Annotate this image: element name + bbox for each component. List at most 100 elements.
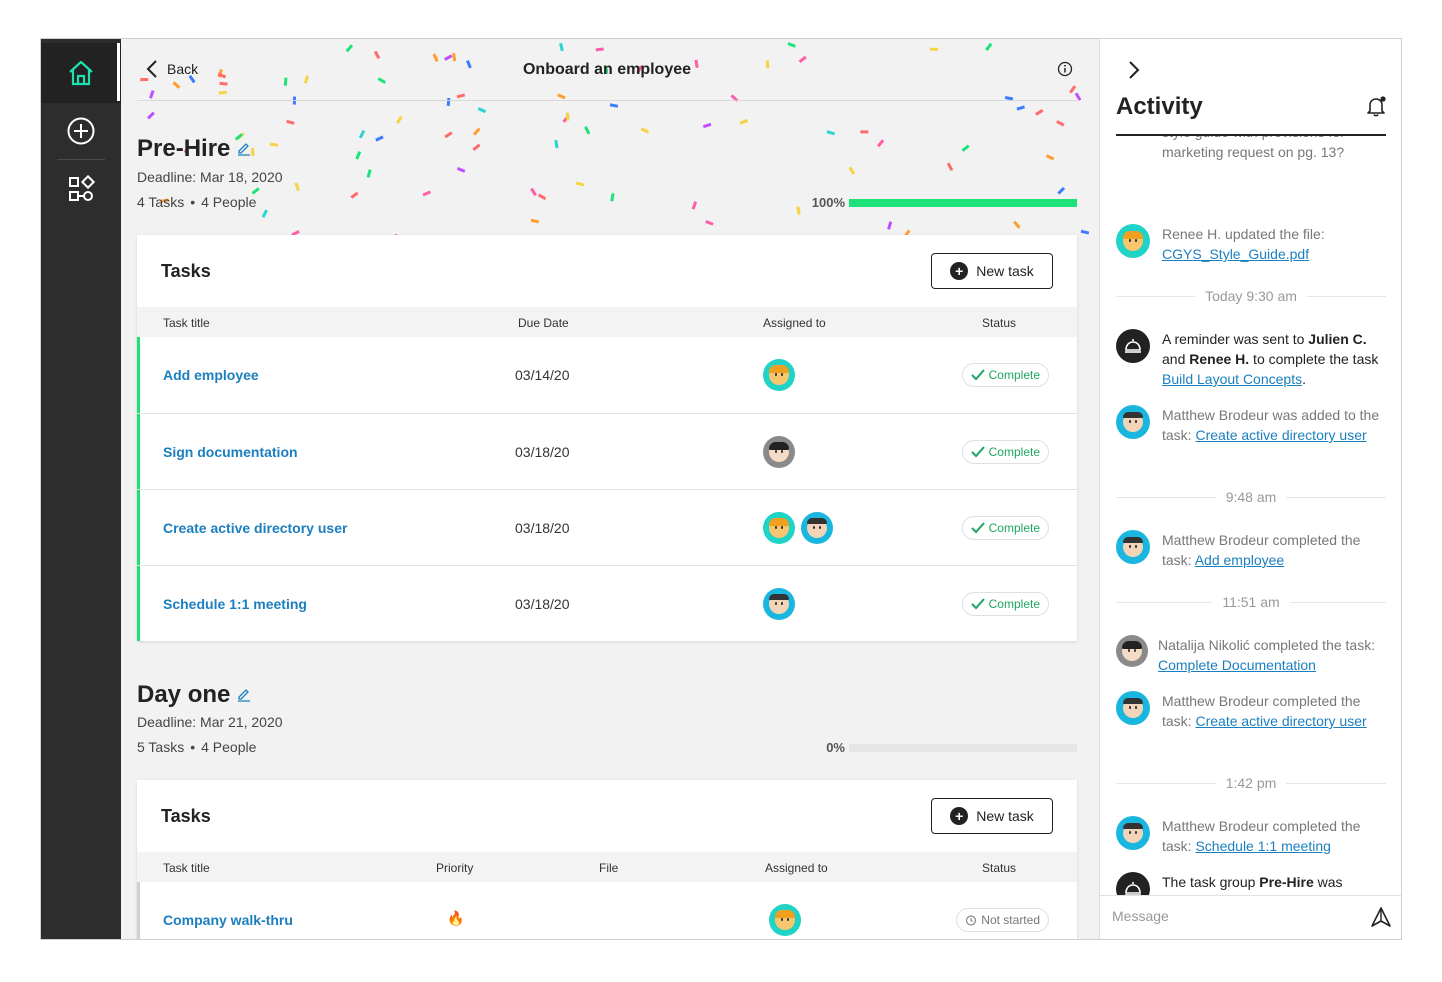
edit-pencil-icon[interactable] (236, 687, 252, 703)
table-header: Task title Priority File Assigned to Sta… (137, 852, 1077, 882)
progress-track (849, 743, 1077, 752)
activity-text: Renee H. updated the file: CGYS_Style_Gu… (1162, 224, 1386, 264)
activity-feed: style guide with provisions for marketin… (1116, 136, 1386, 896)
progress-fill (849, 198, 1077, 207)
new-task-button[interactable]: + New task (931, 253, 1053, 289)
group-name: Pre-Hire (1259, 874, 1314, 890)
plus-icon: + (950, 807, 969, 825)
activity-text: style guide with provisions for marketin… (1162, 136, 1345, 160)
check-icon (970, 369, 985, 381)
column-header: Task title (163, 316, 210, 330)
confetti-piece (537, 193, 547, 201)
table-row[interactable]: Company walk-thru 🔥 Not started (137, 882, 1077, 939)
assignees (763, 436, 795, 468)
activity-link[interactable]: CGYS_Style_Guide.pdf (1162, 246, 1309, 262)
check-icon (970, 522, 985, 534)
section-counts: 5 Tasks • 4 People (137, 739, 256, 755)
confetti-piece (147, 111, 155, 120)
status-badge: Not started (956, 908, 1049, 932)
section-deadline: Deadline: Mar 18, 2020 (137, 169, 283, 185)
avatar[interactable] (763, 436, 795, 468)
confetti-piece (477, 107, 487, 114)
avatar (1116, 691, 1150, 725)
confetti-piece (473, 127, 481, 136)
activity-entry: Renee H. updated the file: CGYS_Style_Gu… (1116, 224, 1386, 264)
confetti-piece (876, 139, 885, 148)
new-task-button[interactable]: + New task (931, 798, 1053, 834)
card-header: Tasks + New task (137, 235, 1077, 307)
plus-icon: + (950, 262, 969, 280)
section-progress: 100% (801, 195, 1077, 210)
chevron-right-icon[interactable] (1124, 59, 1144, 81)
info-icon[interactable] (1057, 61, 1073, 77)
activity-text: The task group Pre-Hire was marked compl… (1162, 872, 1386, 896)
activity-message: to complete the task (1249, 351, 1379, 367)
avatar[interactable] (769, 904, 801, 936)
activity-message: A reminder was sent to (1162, 331, 1309, 347)
send-icon[interactable] (1370, 906, 1392, 928)
activity-link[interactable]: Add employee (1195, 552, 1285, 568)
activity-text: Natalija Nikolić completed the task: Com… (1158, 635, 1382, 675)
activity-text: Matthew Brodeur completed the task: Add … (1162, 530, 1386, 570)
new-task-label: New task (976, 808, 1034, 824)
confetti-piece (269, 142, 279, 147)
confetti-piece (1016, 105, 1026, 111)
confetti-piece (444, 131, 453, 139)
table-row[interactable]: Sign documentation 03/18/20 Complete (137, 413, 1077, 489)
activity-time-divider: 1:42 pm (1116, 775, 1386, 791)
edit-pencil-icon[interactable] (236, 141, 252, 157)
message-input[interactable] (1112, 908, 1352, 924)
confetti-piece (366, 169, 372, 178)
section-title-text: Pre-Hire (137, 135, 231, 162)
activity-link[interactable]: Create active directory user (1195, 713, 1366, 729)
nav-home[interactable] (41, 43, 121, 103)
due-date: 03/14/20 (515, 367, 570, 383)
task-title-link[interactable]: Create active directory user (163, 520, 347, 536)
progress-track (849, 198, 1077, 207)
row-status-accent (137, 337, 140, 413)
separator-dot: • (190, 739, 196, 755)
task-title-link[interactable]: Sign documentation (163, 444, 298, 460)
alarm-clock-icon (966, 915, 977, 926)
avatar[interactable] (763, 512, 795, 544)
card-header: Tasks + New task (137, 780, 1077, 852)
message-composer (1100, 895, 1401, 939)
activity-time-divider: 9:48 am (1116, 489, 1386, 505)
confetti-piece (395, 115, 403, 124)
confetti-piece (575, 181, 585, 187)
nav-workflows[interactable] (41, 159, 121, 219)
confetti-piece (358, 130, 366, 139)
table-row[interactable]: Create active directory user 03/18/20 Co… (137, 489, 1077, 565)
task-title-link[interactable]: Schedule 1:1 meeting (163, 596, 307, 612)
avatar[interactable] (763, 359, 795, 391)
task-title-link[interactable]: Add employee (163, 367, 259, 383)
table-row[interactable]: Add employee 03/14/20 Complete (137, 337, 1077, 413)
assignees (763, 359, 795, 391)
activity-link[interactable]: Schedule 1:1 meeting (1195, 838, 1330, 854)
confetti-piece (472, 143, 481, 152)
activity-text: Matthew Brodeur completed the task: Crea… (1162, 691, 1386, 731)
confetti-piece (609, 103, 619, 108)
confetti-piece (739, 118, 749, 125)
activity-link[interactable]: Complete Documentation (1158, 657, 1316, 673)
tasks-card-dayone: Tasks + New task Task title Priority Fil… (137, 780, 1077, 939)
confetti-piece (961, 144, 970, 152)
avatar[interactable] (801, 512, 833, 544)
confetti-piece (375, 135, 384, 142)
table-row[interactable]: Schedule 1:1 meeting 03/18/20 Complete (137, 565, 1077, 641)
confetti-piece (584, 126, 591, 135)
task-title-link[interactable]: Company walk-thru (163, 912, 293, 928)
progress-label: 100% (811, 195, 845, 210)
activity-entry: Matthew Brodeur completed the task: Crea… (1116, 691, 1386, 731)
activity-message: and (1162, 351, 1190, 367)
activity-link[interactable]: Create active directory user (1195, 427, 1366, 443)
activity-link[interactable]: Build Layout Concepts (1162, 371, 1302, 387)
avatar[interactable] (763, 588, 795, 620)
assignees (763, 588, 795, 620)
notification-bell-icon[interactable] (1365, 95, 1387, 117)
status-text: Not started (981, 913, 1040, 927)
confetti-piece (946, 162, 954, 171)
nav-create[interactable] (41, 101, 121, 161)
activity-message: Natalija Nikolić completed the task: (1158, 637, 1376, 653)
tasks-count: 5 Tasks (137, 739, 185, 755)
